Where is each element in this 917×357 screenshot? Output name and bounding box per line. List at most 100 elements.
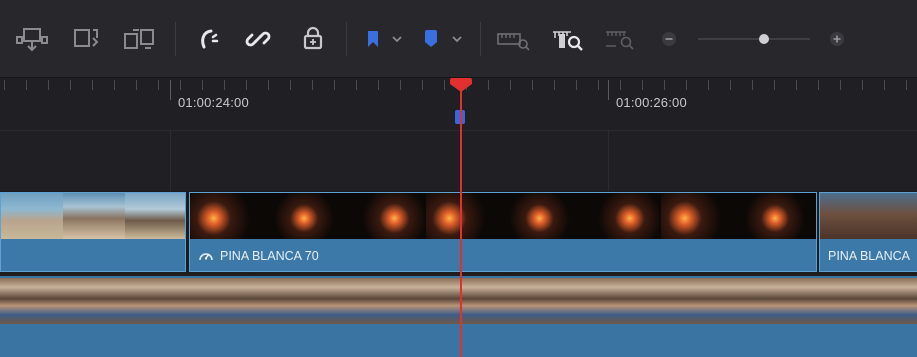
ruler-tick bbox=[356, 80, 357, 90]
ruler-tick bbox=[422, 80, 423, 90]
clip-thumbnail bbox=[513, 278, 570, 324]
insert-clip-icon bbox=[16, 28, 48, 52]
ruler-tick bbox=[818, 80, 819, 90]
toolbar-divider bbox=[346, 22, 347, 56]
ruler-tick bbox=[664, 80, 665, 90]
clip-thumbnail bbox=[285, 278, 342, 324]
ruler-tick bbox=[598, 80, 599, 90]
clip-label: PINA BLANCA 70 bbox=[198, 249, 319, 263]
ruler-tick bbox=[796, 80, 797, 90]
snapping-icon bbox=[201, 29, 219, 49]
clip-thumbnail bbox=[0, 278, 57, 324]
clip-thumbnail bbox=[171, 278, 228, 324]
linked-selection-icon bbox=[245, 31, 271, 47]
ruler-tick bbox=[752, 80, 753, 90]
ruler-tick bbox=[202, 80, 203, 90]
linked-selection-button[interactable] bbox=[242, 21, 274, 57]
ruler-tick bbox=[730, 80, 731, 90]
flag-dropdown[interactable] bbox=[388, 21, 406, 57]
ruler-tick bbox=[378, 80, 379, 90]
ruler-tick bbox=[444, 80, 445, 90]
zoom-custom-button[interactable] bbox=[600, 21, 640, 57]
flag-icon bbox=[368, 31, 378, 47]
zoom-slider[interactable] bbox=[694, 21, 814, 57]
ruler-tick bbox=[4, 80, 5, 90]
timeline-toolbar bbox=[0, 0, 917, 78]
clip-thumbnail bbox=[190, 193, 269, 239]
zoom-full-icon bbox=[497, 33, 530, 51]
clip-name: PINA BLANCA 70 bbox=[220, 249, 319, 263]
timeline-clip[interactable]: PINA BLANCA bbox=[819, 192, 917, 272]
ruler-tick bbox=[906, 80, 907, 90]
insert-clip-button[interactable] bbox=[12, 21, 52, 57]
clip-thumbnails bbox=[190, 193, 816, 239]
flag-button[interactable] bbox=[362, 21, 384, 57]
overwrite-clip-button[interactable] bbox=[68, 21, 104, 57]
overwrite-clip-icon bbox=[74, 29, 99, 47]
clip-thumbnail bbox=[739, 193, 816, 239]
replace-clip-icon bbox=[124, 29, 154, 49]
ruler-tick bbox=[642, 80, 643, 90]
clip-thumbnails bbox=[820, 193, 917, 239]
snapping-button[interactable] bbox=[192, 21, 224, 57]
ruler-tick bbox=[268, 80, 269, 90]
ruler-tick bbox=[334, 80, 335, 90]
ruler-tick bbox=[92, 80, 93, 90]
playhead-handle[interactable] bbox=[450, 78, 472, 92]
clip-thumbnail bbox=[342, 278, 399, 324]
ruler-tick bbox=[114, 80, 115, 90]
ruler-tick bbox=[708, 80, 709, 90]
position-lock-button[interactable] bbox=[298, 21, 328, 57]
ruler-tick bbox=[290, 80, 291, 90]
replace-clip-button[interactable] bbox=[118, 21, 160, 57]
clip-thumbnails bbox=[0, 278, 917, 324]
ruler-timecode-label: 01:00:26:00 bbox=[616, 95, 687, 110]
ruler-tick bbox=[158, 80, 159, 90]
toolbar-divider bbox=[480, 22, 481, 56]
playhead-line[interactable] bbox=[460, 88, 462, 357]
ruler-tick bbox=[26, 80, 27, 90]
timeline-clip[interactable] bbox=[0, 192, 186, 272]
ruler-tick bbox=[136, 80, 137, 90]
zoom-out-icon bbox=[662, 32, 676, 46]
clip-name: PINA BLANCA bbox=[828, 249, 910, 263]
timeline-clip[interactable]: PINA BLANCA 70 bbox=[189, 192, 817, 272]
ruler-tick bbox=[608, 80, 609, 100]
marker-button[interactable] bbox=[420, 21, 442, 57]
ruler-tick bbox=[532, 80, 533, 90]
ruler-tick bbox=[884, 80, 885, 90]
marker-dropdown[interactable] bbox=[448, 21, 466, 57]
clip-thumbnail bbox=[399, 278, 456, 324]
chevron-down-icon bbox=[392, 36, 402, 43]
clip-thumbnail bbox=[582, 193, 661, 239]
clip-thumbnail bbox=[268, 193, 347, 239]
clip-thumbnail bbox=[684, 278, 741, 324]
zoom-in-icon bbox=[830, 32, 844, 46]
clip-thumbnail bbox=[347, 193, 426, 239]
ruler-tick bbox=[70, 80, 71, 90]
clip-thumbnail bbox=[798, 278, 855, 324]
ruler-tick bbox=[576, 80, 577, 90]
clip-thumbnail bbox=[661, 193, 740, 239]
zoom-slider-thumb bbox=[759, 34, 769, 44]
ruler-tick bbox=[862, 80, 863, 90]
toolbar-divider bbox=[175, 22, 176, 56]
clip-thumbnail bbox=[855, 278, 912, 324]
clip-thumbnail bbox=[570, 278, 627, 324]
clip-thumbnail bbox=[504, 193, 583, 239]
zoom-out-button[interactable] bbox=[658, 21, 680, 57]
clip-thumbnail bbox=[741, 278, 798, 324]
clip-thumbnails bbox=[1, 193, 185, 239]
ruler-tick bbox=[48, 80, 49, 90]
ruler-tick bbox=[840, 80, 841, 90]
ruler-tick bbox=[620, 80, 621, 90]
clip-thumbnail bbox=[57, 278, 114, 324]
zoom-in-button[interactable] bbox=[826, 21, 848, 57]
empty-video-track[interactable] bbox=[0, 130, 917, 191]
zoom-full-button[interactable] bbox=[494, 21, 534, 57]
ruler-tick bbox=[774, 80, 775, 90]
ruler-tick bbox=[554, 80, 555, 90]
zoom-detail-button[interactable] bbox=[546, 21, 588, 57]
ruler-tick bbox=[510, 80, 511, 90]
ruler-tick bbox=[488, 80, 489, 90]
